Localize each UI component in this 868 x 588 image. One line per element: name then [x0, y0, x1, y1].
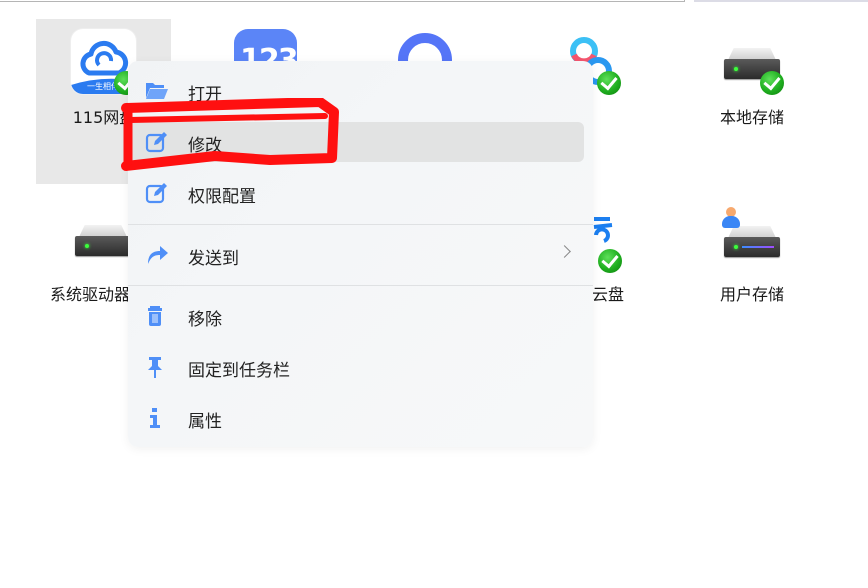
address-bar-edge	[0, 0, 685, 2]
synced-check-icon	[597, 71, 621, 95]
search-box-edge	[694, 0, 868, 2]
desktop-icon-label: 本地存储	[719, 108, 784, 127]
edit-icon	[145, 183, 167, 204]
desktop-icon-user-storage[interactable]: 用户存储	[684, 195, 820, 315]
menu-item-label: 修改	[188, 136, 222, 156]
menu-item-label: 发送到	[188, 249, 239, 269]
folder-open-icon	[146, 83, 168, 99]
user-avatar-icon	[722, 207, 740, 229]
share-arrow-icon	[148, 246, 168, 264]
menu-item-label: 固定到任务栏	[188, 361, 290, 381]
desktop-icon-label: 用户存储	[719, 285, 784, 304]
edit-icon	[145, 132, 167, 153]
menu-separator	[128, 224, 593, 225]
menu-item-edit[interactable]: 修改	[128, 122, 593, 162]
cloud-drive-2-icon	[593, 217, 613, 243]
trash-icon	[148, 306, 162, 326]
info-icon	[150, 408, 160, 428]
menu-item-remove[interactable]: 移除	[128, 296, 593, 336]
synced-check-icon	[598, 249, 622, 273]
menu-item-properties[interactable]: 属性	[128, 398, 593, 438]
menu-item-label: 打开	[188, 85, 222, 105]
menu-item-label: 权限配置	[188, 187, 256, 207]
chevron-right-icon	[558, 245, 571, 258]
desktop-icon-local-storage[interactable]: 本地存储	[684, 19, 820, 184]
menu-item-open[interactable]: 打开	[128, 71, 593, 111]
menu-item-label: 属性	[188, 412, 222, 432]
menu-item-pin-taskbar[interactable]: 固定到任务栏	[128, 347, 593, 387]
menu-separator	[128, 285, 593, 286]
synced-check-icon	[760, 71, 784, 95]
menu-item-permissions[interactable]: 权限配置	[128, 173, 593, 213]
pin-icon	[148, 357, 162, 378]
menu-item-label: 移除	[188, 310, 222, 330]
menu-item-send-to[interactable]: 发送到	[128, 235, 593, 275]
user-drive-icon	[724, 226, 780, 258]
hard-drive-icon	[75, 225, 131, 257]
context-menu: 打开 修改 权限配置 发送到 移除 固定到任务栏 属性	[128, 61, 593, 447]
